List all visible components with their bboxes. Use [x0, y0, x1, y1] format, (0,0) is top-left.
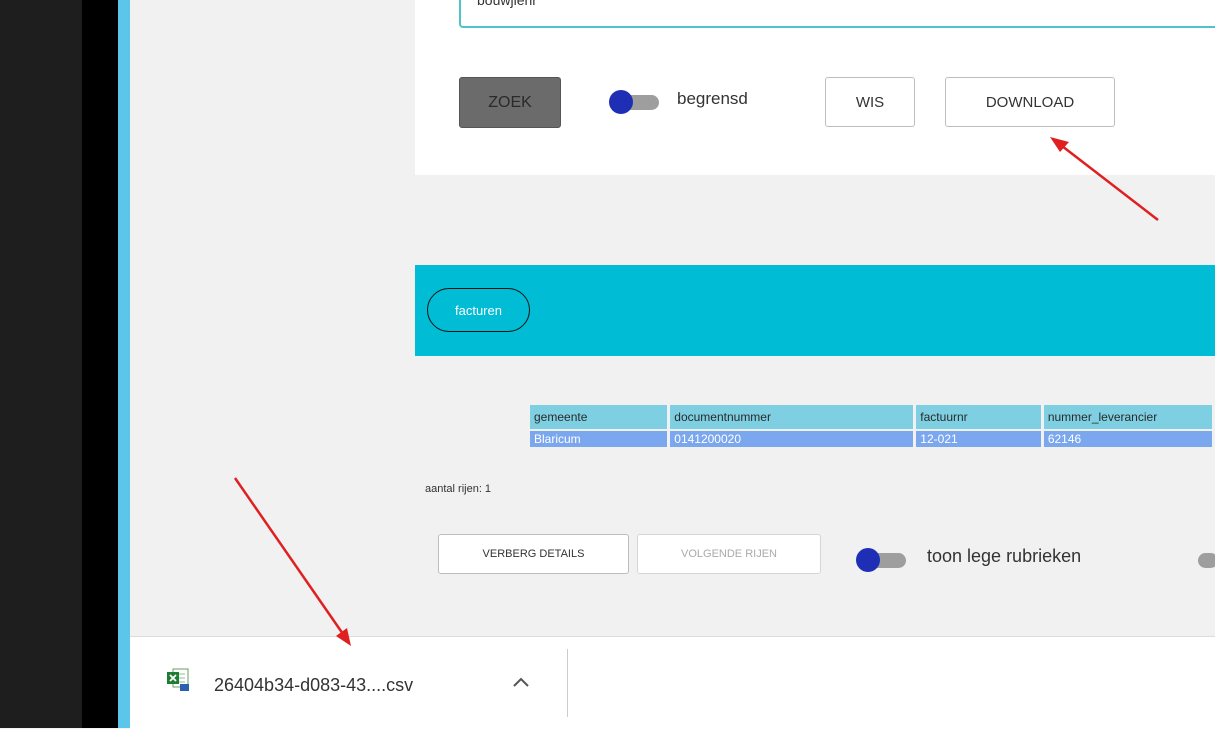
table-cell: 12-021	[916, 431, 1041, 447]
zoek-button[interactable]: ZOEK	[459, 77, 561, 128]
begrensd-toggle[interactable]	[609, 90, 659, 114]
column-header[interactable]: nummer_leverancier	[1043, 405, 1212, 429]
toggle-knob	[609, 90, 633, 114]
volgende-rijen-button[interactable]: VOLGENDE RIJEN	[637, 534, 821, 574]
toggle-knob	[856, 548, 880, 572]
begrensd-label: begrensd	[677, 89, 748, 108]
outer-frame	[0, 0, 82, 728]
verberg-details-button[interactable]: VERBERG DETAILS	[438, 534, 629, 574]
wis-button[interactable]: WIS	[825, 77, 915, 127]
sidebar-accent	[118, 0, 130, 728]
toon-lege-toggle[interactable]	[856, 548, 906, 572]
download-file-name[interactable]: 26404b34-d083-43....csv	[214, 675, 413, 696]
table-header-row: gemeente documentnummer factuurnr nummer…	[530, 405, 1212, 429]
table-cell: 0141200020	[670, 431, 914, 447]
search-value: bouwjlenr	[477, 0, 537, 8]
download-bar-divider	[567, 649, 568, 717]
results-banner	[415, 265, 1215, 356]
window-border	[82, 0, 118, 728]
chevron-up-icon[interactable]	[511, 675, 531, 689]
column-header[interactable]: factuurnr	[916, 405, 1041, 429]
row-count: aantal rijen: 1	[425, 483, 492, 495]
table-row[interactable]: Blaricum 0141200020 12-021 62146	[530, 431, 1212, 447]
excel-file-icon	[167, 668, 189, 691]
table-cell: 62146	[1043, 431, 1212, 447]
column-header[interactable]: documentnummer	[670, 405, 914, 429]
column-header[interactable]: gemeente	[530, 405, 668, 429]
download-button[interactable]: DOWNLOAD	[945, 77, 1115, 127]
toon-lege-label: toon lege rubrieken	[927, 546, 1082, 566]
facturen-chip[interactable]: facturen	[427, 288, 530, 332]
results-table: gemeente documentnummer factuurnr nummer…	[527, 403, 1215, 449]
table-cell: Blaricum	[530, 431, 668, 447]
search-input[interactable]: bouwjlenr	[459, 0, 1215, 28]
extra-toggle[interactable]	[1198, 553, 1215, 568]
